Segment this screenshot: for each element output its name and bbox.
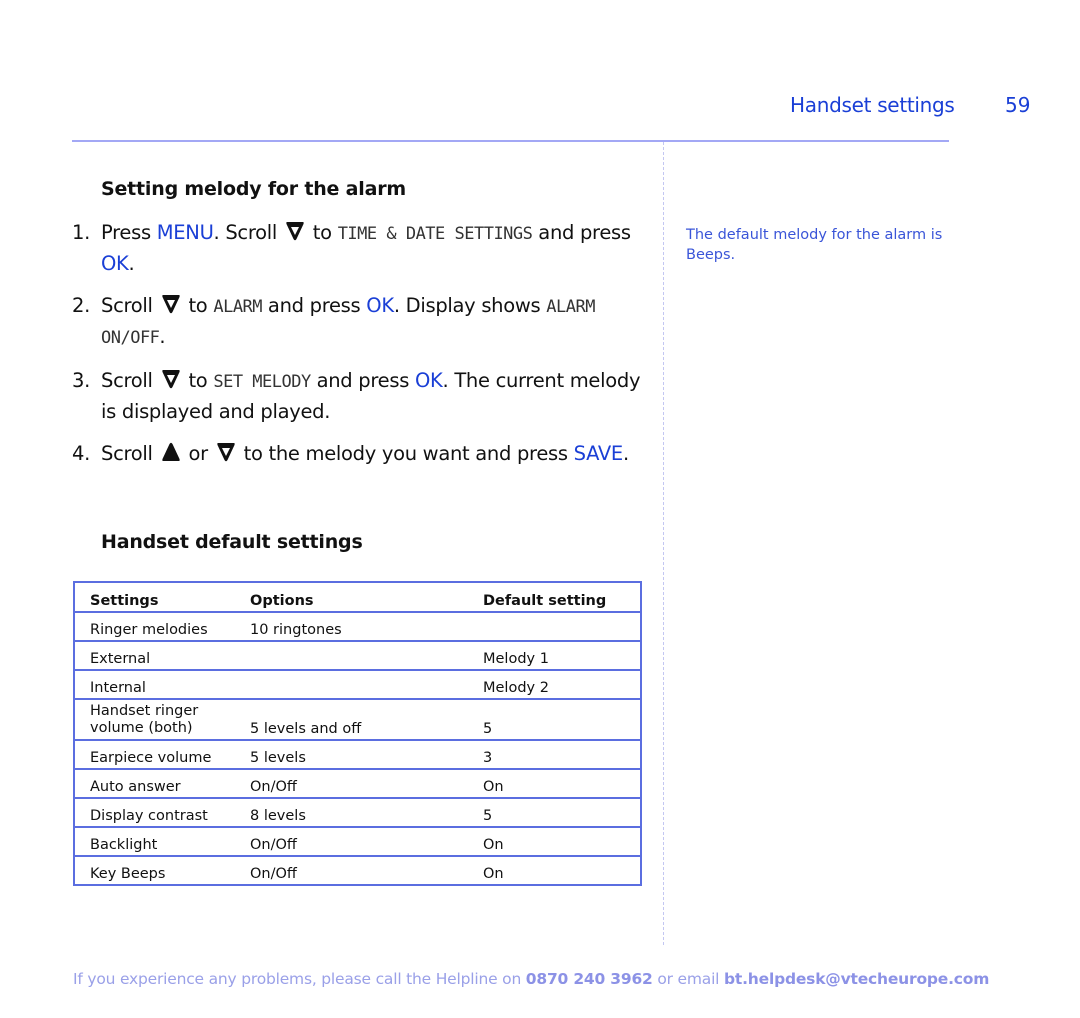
table-header-row: Settings Options Default setting [74,582,641,613]
step-1: 1. Press MENU. Scroll to TIME & DATE SET… [72,218,642,278]
key-ok: OK [414,369,443,392]
default-settings-table: Settings Options Default setting Ringer … [73,581,642,886]
side-note: The default melody for the alarm is Beep… [686,227,943,263]
table-row: Display contrast 8 levels 5 [74,798,641,828]
table-row: Key Beeps On/Off On [74,856,641,886]
scroll-up-icon [161,442,180,461]
table-row: External Melody 1 [74,641,641,671]
header-rule [72,140,949,142]
key-ok: OK [101,252,129,275]
table-row: Ringer melodies 10 ringtones [74,612,641,642]
key-menu: MENU [156,221,214,244]
column-header-settings: Settings [74,582,235,613]
scroll-down-icon [286,222,304,241]
helpline-footer: If you experience any problems, please c… [73,970,990,988]
key-save: SAVE [573,442,624,465]
section-heading-default-settings: Handset default settings [101,531,363,553]
table-row: Auto answer On/Off On [74,769,641,799]
page-number: 59 [1005,93,1031,117]
scroll-down-icon [161,370,180,389]
running-header-title: Handset settings [790,93,955,117]
lcd-text: ALARM [213,297,263,317]
helpdesk-email[interactable]: bt.helpdesk@vtecheurope.com [724,970,989,988]
step-number: 4. [72,442,91,465]
lcd-text: TIME & DATE SETTINGS [337,224,533,244]
step-number: 1. [72,221,91,244]
lcd-text: SET MELODY [213,372,311,392]
table-row: Internal Melody 2 [74,670,641,700]
column-header-options: Options [235,582,468,613]
table-row: Handset ringer volume (both) 5 levels and… [74,699,641,741]
step-4: 4. Scroll or to the melody you want and … [72,439,642,468]
step-3: 3. Scroll to SET MELODY and press OK. Th… [72,366,642,426]
scroll-down-icon [217,443,235,462]
step-2: 2. Scroll to ALARM and press OK. Display… [72,291,642,353]
table-row: Earpiece volume 5 levels 3 [74,740,641,770]
key-ok: OK [366,294,394,317]
column-header-default: Default setting [468,582,641,613]
step-number: 3. [72,369,91,392]
step-number: 2. [72,294,91,317]
scroll-down-icon [161,295,180,314]
section-heading-alarm-melody: Setting melody for the alarm [101,178,406,200]
helpline-phone: 0870 240 3962 [525,970,653,988]
steps-list: 1. Press MENU. Scroll to TIME & DATE SET… [72,218,642,481]
table-row: Backlight On/Off On [74,827,641,857]
column-divider [663,142,664,945]
